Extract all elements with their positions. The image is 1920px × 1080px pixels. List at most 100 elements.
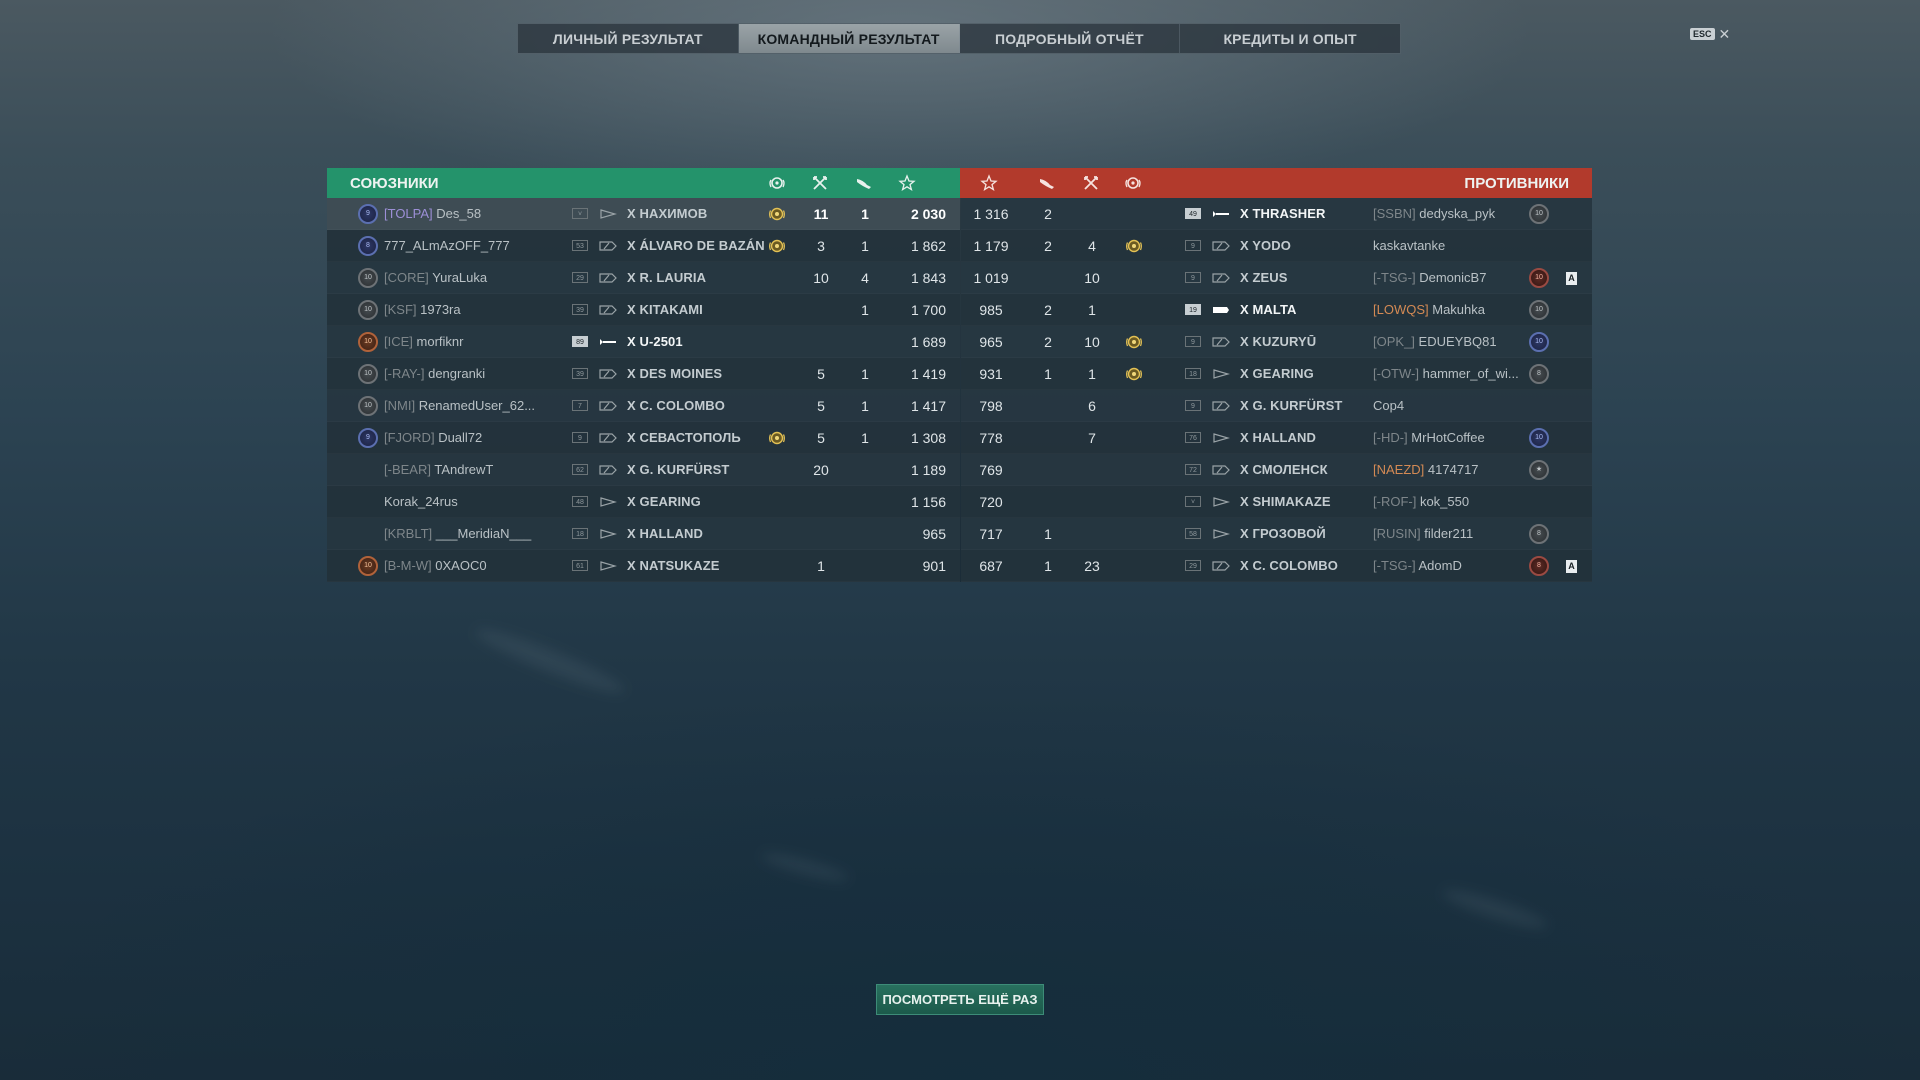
player-level-badge: 76 (1185, 432, 1201, 443)
tab-personal-result[interactable]: ЛИЧНЫЙ РЕЗУЛЬТАТ (518, 24, 739, 53)
player-name[interactable]: [NAEZD] 4174717 (1373, 454, 1479, 486)
rank-badge-icon: 8 (1529, 556, 1549, 576)
clan-tag: [OPK_] (1373, 334, 1415, 349)
destroyer-class-icon (1212, 496, 1230, 508)
ally-row[interactable]: 10 [NMI] RenamedUser_62... 7 X C. COLOMBO 5 1… (327, 390, 960, 422)
player-name[interactable]: [-OTW-] hammer_of_wi... (1373, 358, 1519, 390)
player-name[interactable]: [FJORD] Duall72 (384, 422, 482, 454)
ally-row[interactable]: [-BEAR] TAndrewT 62 X G. KURFÜRST 20 1 189 (327, 454, 960, 486)
player-name[interactable]: [-HD-] MrHotCoffee (1373, 422, 1485, 454)
battleship-class-icon (599, 272, 617, 284)
ally-row[interactable]: 8 777_ALmAzOFF_777 53 X ÁLVARO DE BAZÁN 3 1 1 … (327, 230, 960, 262)
kills-value (1072, 486, 1112, 518)
enemy-row[interactable]: 717 1 58 X ГРОЗОВОЙ [RUSIN] filder211 8 (961, 518, 1592, 550)
player-level-badge: 48 (572, 496, 588, 507)
player-name[interactable]: [RUSIN] filder211 (1373, 518, 1473, 550)
tab-detailed-report[interactable]: ПОДРОБНЫЙ ОТЧЁТ (960, 24, 1181, 53)
player-name[interactable]: [KSF] 1973ra (384, 294, 461, 326)
ship-name: X GEARING (1240, 366, 1314, 381)
kills-value: 23 (1084, 558, 1100, 574)
player-name[interactable]: [CORE] YuraLuka (384, 262, 487, 294)
enemy-row[interactable]: 778 7 76 X HALLAND [-HD-] MrHotCoffee 10 (961, 422, 1592, 454)
ally-row[interactable]: 10 [B-M-W] 0XAOC0 61 X NATSUKAZE 1 901 (327, 550, 960, 582)
clan-tag: [B-M-W] (384, 558, 432, 573)
kills-value (1072, 198, 1112, 230)
close-button[interactable]: ESC ✕ (1690, 27, 1730, 41)
ally-row[interactable]: 10 [ICE] morfiknr 89 X U-2501 1 689 (327, 326, 960, 358)
player-level-badge: 9 (1185, 272, 1201, 283)
player-name[interactable]: Cop4 (1373, 390, 1404, 422)
rank-badge-icon: 10 (358, 364, 378, 384)
enemy-row[interactable]: 720 ˅ X SHIMAKAZE [-ROF-] kok_550 (961, 486, 1592, 518)
player-name[interactable]: [-BEAR] TAndrewT (384, 454, 493, 486)
player-name[interactable]: kaskavtanke (1373, 230, 1445, 262)
enemy-row[interactable]: 931 1 1 18 X GEARING [-OTW-] hammer_of_wi... 8 (961, 358, 1592, 390)
player-nickname: DemonicB7 (1419, 270, 1487, 285)
player-name[interactable]: [-TSG-] AdomD (1373, 550, 1462, 582)
player-level-badge: 61 (572, 560, 588, 571)
battleship-class-icon (1212, 240, 1230, 252)
enemy-row[interactable]: 769 72 X СМОЛЕНСК [NAEZD] 4174717 ★ (961, 454, 1592, 486)
kills-value: 11 (813, 206, 829, 222)
ally-row[interactable]: 9 [TOLPA] Des_58 ˅ X НАХИМОВ 11 1 2 030 (327, 198, 960, 230)
watch-again-button[interactable]: ПОСМОТРЕТЬ ЕЩЁ РАЗ (876, 984, 1044, 1015)
player-name[interactable]: [ICE] morfiknr (384, 326, 463, 358)
player-name[interactable]: [-TSG-] DemonicB7 (1373, 262, 1486, 294)
enemy-row[interactable]: 1 316 2 49 X THRASHER [SSBN] dedyska_pyk 10 (961, 198, 1592, 230)
caps-value: 1 (861, 430, 869, 446)
caps-value (1028, 262, 1068, 294)
tab-team-result[interactable]: КОМАНДНЫЙ РЕЗУЛЬТАТ (738, 24, 960, 53)
ship-name: X ГРОЗОВОЙ (1240, 526, 1326, 541)
player-name[interactable]: [OPK_] EDUEYBQ81 (1373, 326, 1497, 358)
caps-value: 1 (1044, 366, 1052, 382)
player-name[interactable]: [SSBN] dedyska_pyk (1373, 198, 1495, 230)
ally-row[interactable]: 10 [-RAY-] dengranki 39 X DES MOINES 5 1 1 419 (327, 358, 960, 390)
rank-badge-icon: 8 (1529, 524, 1549, 544)
enemy-row[interactable]: 1 179 2 4 9 X YODO kaskavtanke (961, 230, 1592, 262)
enemy-row[interactable]: 798 6 9 X G. KURFÜRST Cop4 (961, 390, 1592, 422)
enemy-row[interactable]: 687 1 23 29 X C. COLOMBO [-TSG-] AdomD 8 A (961, 550, 1592, 582)
player-name[interactable]: [KRBLT] ___MeridiaN___ (384, 518, 531, 550)
enemy-row[interactable]: 1 019 10 9 X ZEUS [-TSG-] DemonicB7 10 A (961, 262, 1592, 294)
rank-badge-icon: ★ (1529, 460, 1549, 480)
player-level-badge: 39 (572, 304, 588, 315)
enemy-row[interactable]: 985 2 1 19 X MALTA [LOWQS] Makuhka 10 (961, 294, 1592, 326)
caps-value: 1 (861, 302, 869, 318)
ship-name: X DES MOINES (627, 366, 723, 381)
enemies-header: ПРОТИВНИКИ (960, 168, 1592, 198)
ally-row[interactable]: Korak_24rus 48 X GEARING 1 156 (327, 486, 960, 518)
kills-value: 10 (1084, 334, 1100, 350)
result-tabs: ЛИЧНЫЙ РЕЗУЛЬТАТ КОМАНДНЫЙ РЕЗУЛЬТАТ ПОД… (517, 23, 1401, 54)
submarine-class-icon (1212, 208, 1230, 220)
battleship-class-icon (599, 368, 617, 380)
kills-value: 1 (1088, 302, 1096, 318)
tab-credits-xp[interactable]: КРЕДИТЫ И ОПЫТ (1180, 24, 1400, 53)
enemy-row[interactable]: 965 2 10 9 X KUZURYŪ [OPK_] EDUEYBQ81 10 (961, 326, 1592, 358)
score-value: 931 (979, 366, 1003, 382)
ally-row[interactable]: 10 [CORE] YuraLuka 29 X R. LAURIA 10 4 1 843 (327, 262, 960, 294)
kills-column-icon (811, 174, 829, 192)
ally-row[interactable]: [KRBLT] ___MeridiaN___ 18 X HALLAND 965 (327, 518, 960, 550)
player-name[interactable]: Korak_24rus (384, 486, 458, 518)
clan-tag: [NMI] (384, 398, 416, 413)
player-name[interactable]: [-ROF-] kok_550 (1373, 486, 1469, 518)
player-name[interactable]: [TOLPA] Des_58 (384, 198, 481, 230)
player-name[interactable]: [B-M-W] 0XAOC0 (384, 550, 487, 582)
ally-row[interactable]: 10 [KSF] 1973ra 39 X KITAKAMI 1 1 700 (327, 294, 960, 326)
player-name[interactable]: [-RAY-] dengranki (384, 358, 485, 390)
player-level-badge: 9 (572, 432, 588, 443)
player-nickname: YuraLuka (432, 270, 488, 285)
cruiser-class-icon (599, 240, 617, 252)
medal-column-icon (768, 174, 786, 192)
player-level-badge: 18 (1185, 368, 1201, 379)
kills-value (801, 294, 841, 326)
player-name[interactable]: [LOWQS] Makuhka (1373, 294, 1485, 326)
player-name[interactable]: 777_ALmAzOFF_777 (384, 230, 510, 262)
score-value: 901 (922, 558, 946, 574)
caps-value: 2 (1044, 334, 1052, 350)
player-name[interactable]: [NMI] RenamedUser_62... (384, 390, 535, 422)
ally-row[interactable]: 9 [FJORD] Duall72 9 X СЕВАСТОПОЛЬ 5 1 1 308 (327, 422, 960, 454)
clan-tag: [-RAY-] (384, 366, 425, 381)
medal-icon (1125, 237, 1143, 255)
rank-badge-icon: 10 (358, 300, 378, 320)
